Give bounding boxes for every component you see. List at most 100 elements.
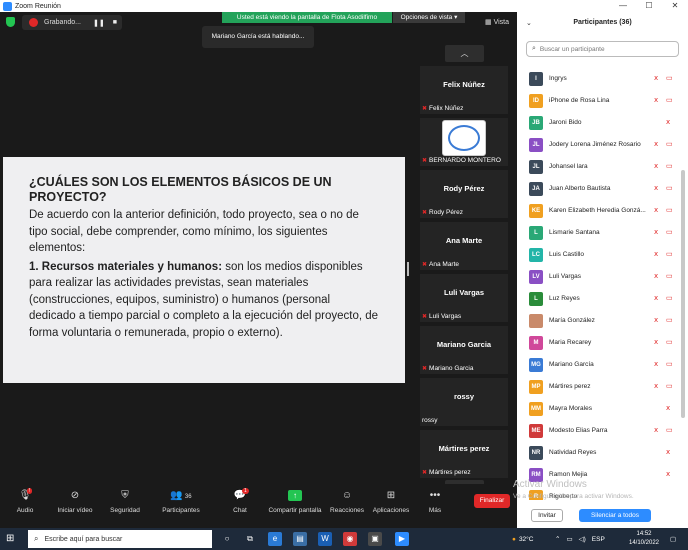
more-button[interactable]: ••• Más	[404, 490, 466, 514]
mic-muted-icon: ✖	[422, 314, 428, 320]
view-button[interactable]: ▦ Vista	[485, 18, 509, 26]
word-icon[interactable]: W	[318, 532, 332, 546]
tray-chevron-icon[interactable]: ⌃	[555, 535, 560, 543]
video-tile[interactable]: Mariano Garcia ✖ Mariano Garcia	[420, 326, 508, 374]
search-placeholder: Buscar un participante	[539, 45, 605, 53]
participant-search-input[interactable]: ⌕ Buscar un participante	[526, 41, 679, 57]
camera-off-icon: ▭	[666, 141, 673, 148]
photos-icon[interactable]: ▣	[368, 532, 382, 546]
camera-off-icon: ▭	[666, 427, 673, 434]
stop-recording-icon[interactable]: ■	[113, 19, 117, 26]
avatar: NR	[529, 446, 543, 460]
participant-row[interactable]: L Luz Reyes ⅹ ▭	[517, 288, 683, 310]
active-speaker-toast: Mariano García está hablando...	[202, 26, 314, 48]
pause-recording-icon[interactable]: ❚❚	[93, 19, 105, 27]
participant-name: Natividad Reyes	[549, 449, 597, 456]
mic-muted-icon: ✖	[422, 210, 428, 216]
tile-label: Luli Vargas	[429, 313, 462, 320]
video-tile[interactable]: Mártires perez ✖ Mártires perez	[420, 430, 508, 478]
taskbar-search-input[interactable]: ⌕ Escribe aquí para buscar	[28, 530, 212, 548]
participant-row[interactable]: I Ingrys ⅹ ▭	[517, 68, 683, 90]
grid-icon: ▦	[484, 19, 492, 26]
participant-row[interactable]: KE Karen Elizabeth Heredia Gonzá... ⅹ ▭	[517, 200, 683, 222]
notifications-icon[interactable]: ▢	[670, 528, 676, 550]
security-label: Seguridad	[110, 507, 140, 514]
close-button[interactable]: ✕	[662, 0, 688, 12]
windows-start-icon[interactable]: ⊞	[6, 533, 14, 544]
participant-row[interactable]: MP Mártires perez ⅹ ▭	[517, 376, 683, 398]
gallery-up-button[interactable]: ︿	[445, 45, 484, 62]
participant-row[interactable]: ME Modesto Elias Parra ⅹ ▭	[517, 420, 683, 442]
participant-name: Luli Vargas	[549, 273, 582, 280]
video-tile[interactable]: Ana Marte ✖ Ana Marte	[420, 222, 508, 270]
participant-row[interactable]: MM Mayra Morales ⅹ	[517, 398, 683, 420]
mute-all-button[interactable]: Silenciar a todos	[579, 509, 651, 522]
participants-button[interactable]: 👥 36 Participantes	[150, 490, 212, 514]
participant-row[interactable]: LV Luli Vargas ⅹ ▭	[517, 266, 683, 288]
avatar	[529, 314, 543, 328]
avatar: MM	[529, 402, 543, 416]
maximize-button[interactable]: ☐	[636, 0, 662, 12]
video-tile[interactable]: Rody Pérez ✖ Rody Pérez	[420, 170, 508, 218]
organization-logo	[442, 120, 486, 156]
participant-name: Mariano García	[549, 361, 594, 368]
video-tile[interactable]: ✖ BERNARDO MONTERO	[420, 118, 508, 166]
participant-row[interactable]: MG Mariano García ⅹ ▭	[517, 354, 683, 376]
participant-row[interactable]: ID iPhone de Rosa Lina ⅹ ▭	[517, 90, 683, 112]
participant-row[interactable]: LC Luis Castillo ⅹ ▭	[517, 244, 683, 266]
invite-button[interactable]: Invitar	[531, 509, 563, 522]
weather-widget[interactable]: ● 32°C	[512, 528, 533, 550]
participants-label: Participantes	[162, 507, 200, 514]
cortana-icon[interactable]: ○	[220, 532, 234, 546]
chat-button[interactable]: 💬 1 Chat	[209, 488, 271, 514]
edge-icon[interactable]: e	[268, 532, 282, 546]
security-shield-icon[interactable]	[6, 17, 15, 27]
task-view-icon[interactable]: ⧉	[243, 532, 257, 546]
avatar: MP	[529, 380, 543, 394]
security-button[interactable]: ⛨ Seguridad	[94, 490, 156, 514]
avatar: JL	[529, 160, 543, 174]
recording-label: Grabando...	[44, 19, 81, 26]
mic-muted-icon: ⅹ	[654, 339, 659, 346]
avatar: L	[529, 226, 543, 240]
minimize-button[interactable]: —	[610, 0, 636, 12]
language-indicator[interactable]: ESP	[592, 536, 605, 543]
participant-row[interactable]: JL Johansel lara ⅹ ▭	[517, 156, 683, 178]
end-meeting-button[interactable]: Finalizar	[474, 494, 510, 508]
participant-row[interactable]: JA Juan Alberto Bautista ⅹ ▭	[517, 178, 683, 200]
video-tile[interactable]: Luli Vargas ✖ Luli Vargas	[420, 274, 508, 322]
zoom-screen: Zoom Reunión — ☐ ✕ Grabando... ❚❚ ■ Uste…	[0, 0, 688, 550]
avatar: KE	[529, 204, 543, 218]
chat-icon: 💬	[233, 490, 247, 501]
participant-row[interactable]: JB Jaroni Bido ⅹ	[517, 112, 683, 134]
zoom-taskbar-icon[interactable]: ▶	[395, 532, 409, 546]
view-options-dropdown[interactable]: Opciones de vista ▾	[393, 12, 465, 23]
participant-row[interactable]: M Maria Recarey ⅹ ▭	[517, 332, 683, 354]
start-video-label: Iniciar vídeo	[57, 507, 93, 514]
file-explorer-icon[interactable]: ▤	[293, 532, 307, 546]
splitter-handle[interactable]	[407, 262, 409, 276]
tile-name: Luli Vargas	[443, 288, 485, 297]
avatar: L	[529, 292, 543, 306]
participant-name: Jaroni Bido	[549, 119, 582, 126]
taskbar-clock[interactable]: 14:52 14/10/2022	[626, 530, 662, 548]
panel-footer: Invitar Silenciar a todos	[517, 504, 688, 528]
camera-off-icon: ▭	[666, 75, 673, 82]
participant-row[interactable]: María González ⅹ ▭	[517, 310, 683, 332]
participants-scrollbar[interactable]	[681, 170, 685, 418]
camera-off-icon: ▭	[666, 317, 673, 324]
participants-count: 36	[184, 494, 192, 500]
participant-row[interactable]: NR Natividad Reyes ⅹ	[517, 442, 683, 464]
volume-icon[interactable]: ◁)	[579, 535, 586, 543]
chat-label: Chat	[233, 507, 247, 514]
network-icon[interactable]: ▭	[566, 535, 572, 543]
participant-row[interactable]: L Lismarie Santana ⅹ ▭	[517, 222, 683, 244]
mic-muted-icon: ⅹ	[654, 251, 659, 258]
video-tile[interactable]: Felix Núñez ✖ Felix Núñez	[420, 66, 508, 114]
video-tile[interactable]: rossy rossy	[420, 378, 508, 426]
audio-label: Audio	[16, 507, 34, 514]
chrome-icon[interactable]: ◉	[343, 532, 357, 546]
camera-off-icon: ▭	[666, 295, 673, 302]
tile-name: rossy	[453, 392, 474, 401]
participant-row[interactable]: JL Jodery Lorena Jiménez Rosario ⅹ ▭	[517, 134, 683, 156]
